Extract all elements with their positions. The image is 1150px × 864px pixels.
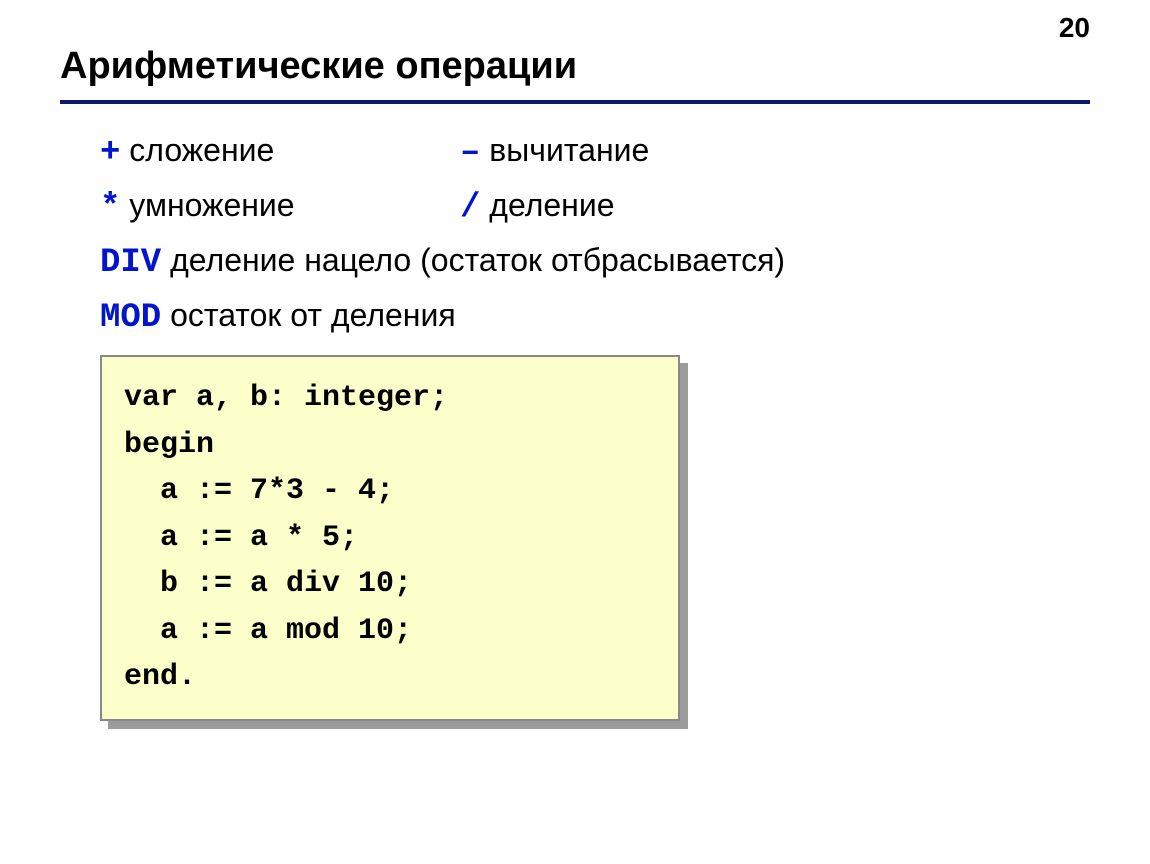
code-line-3: a := 7*3 - 4; xyxy=(124,474,394,508)
code-line-2: begin xyxy=(124,428,214,462)
mod-keyword: MOD xyxy=(100,299,161,337)
divide-label: деление xyxy=(480,187,614,223)
div-keyword-label: деление нацело (остаток отбрасывается) xyxy=(161,242,785,278)
plus-symbol: + xyxy=(100,134,120,172)
code-line-1: var a, b: integer; xyxy=(124,381,448,415)
div-keyword: DIV xyxy=(100,244,161,282)
code-block: var a, b: integer; begin a := 7*3 - 4; a… xyxy=(100,355,680,721)
operator-row-3: DIV деление нацело (остаток отбрасываетс… xyxy=(100,242,1090,282)
slide-title: Арифметические операции xyxy=(60,45,1090,88)
divide-symbol: / xyxy=(460,189,480,227)
operator-row-1: + сложение – вычитание xyxy=(100,132,1090,172)
page-number: 20 xyxy=(1059,12,1090,44)
operator-row-4: MOD остаток от деления xyxy=(100,297,1090,337)
mod-keyword-label: остаток от деления xyxy=(161,297,455,333)
code-example: var a, b: integer; begin a := 7*3 - 4; a… xyxy=(100,355,680,721)
title-underline xyxy=(60,100,1090,104)
code-line-6: a := a mod 10; xyxy=(124,614,412,648)
code-line-4: a := a * 5; xyxy=(124,521,358,555)
slide-content: + сложение – вычитание * умножение / дел… xyxy=(60,132,1090,337)
operator-row-2: * умножение / деление xyxy=(100,187,1090,227)
minus-label: вычитание xyxy=(480,132,649,168)
multiply-label: умножение xyxy=(120,187,294,223)
multiply-symbol: * xyxy=(100,189,120,227)
code-line-5: b := a div 10; xyxy=(124,567,412,601)
minus-symbol: – xyxy=(460,134,480,172)
plus-label: сложение xyxy=(120,132,274,168)
code-line-7: end. xyxy=(124,660,196,694)
